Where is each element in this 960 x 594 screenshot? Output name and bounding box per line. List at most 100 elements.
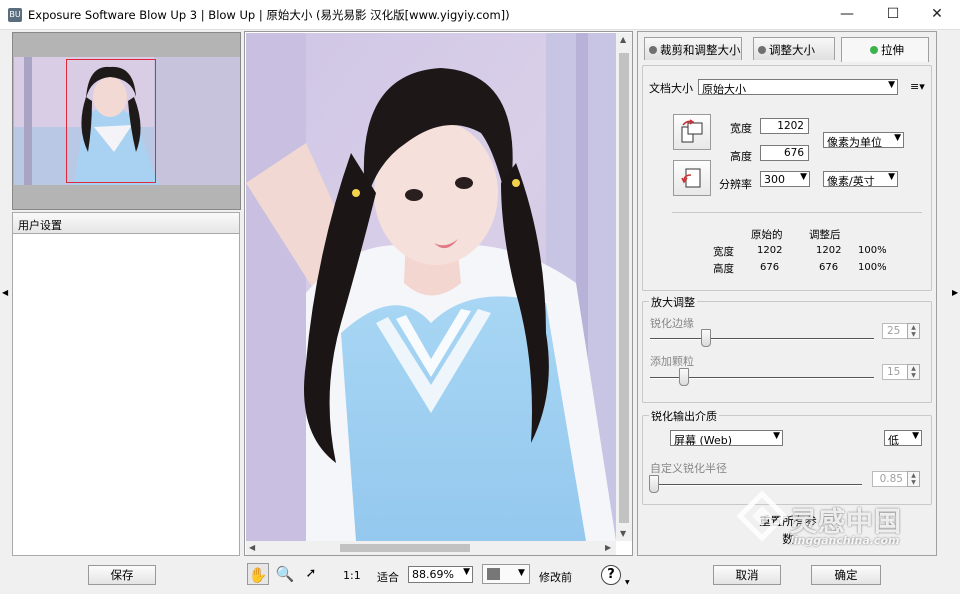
options-menu-icon[interactable]: ≡▾ — [910, 80, 925, 93]
chevron-down-icon: ▼ — [800, 172, 807, 182]
compare-original-value: 676 — [760, 262, 780, 273]
sharpen-edges-label: 锐化边缘 — [650, 317, 694, 330]
hand-tool-icon[interactable]: ✋ — [247, 563, 269, 585]
tab-label: 调整大小 — [769, 43, 815, 57]
doc-size-label: 文档大小 — [649, 82, 693, 95]
chevron-down-icon: ▼ — [888, 172, 895, 182]
arrow-tool-icon[interactable]: ➚ — [300, 563, 322, 585]
settings-panel: 裁剪和调整大小 调整大小 拉伸 文档大小 原始大小 ▼ ≡▾ 宽度 1202 高度… — [637, 31, 937, 556]
scroll-up-icon[interactable]: ▲ — [620, 35, 626, 44]
scroll-right-icon[interactable]: ▶ — [605, 543, 611, 552]
resolution-unit-value: 像素/英寸 — [827, 175, 875, 187]
preview-frame: ▲ ▼ ◀ ▶ — [244, 31, 633, 556]
add-grain-input[interactable]: 15 — [882, 364, 908, 380]
navigator-thumbnail[interactable] — [14, 57, 240, 185]
width-label: 宽度 — [730, 122, 752, 135]
chevron-down-icon: ▼ — [518, 568, 525, 578]
custom-radius-spinner[interactable]: ▲ ▼ — [907, 471, 920, 487]
help-icon[interactable]: ? — [601, 565, 621, 585]
custom-radius-label: 自定义锐化半径 — [650, 462, 727, 475]
watermark-logo — [736, 490, 788, 545]
user-settings-header[interactable]: 用户设置 — [12, 212, 240, 234]
height-input[interactable]: 676 — [760, 145, 809, 161]
fit-button[interactable]: 适合 — [377, 569, 399, 585]
tab-resize[interactable]: 调整大小 — [753, 37, 835, 60]
horizontal-scrollbar[interactable]: ◀ ▶ — [246, 541, 616, 555]
tab-dot-active-icon — [870, 46, 878, 54]
tab-stretch[interactable]: 拉伸 — [841, 37, 929, 62]
add-grain-slider-thumb[interactable] — [678, 368, 689, 386]
custom-radius-slider-thumb[interactable] — [649, 475, 660, 493]
tab-crop-resize[interactable]: 裁剪和调整大小 — [644, 37, 742, 60]
preview-image[interactable] — [246, 33, 616, 541]
resolution-select[interactable]: 300 ▼ — [760, 171, 810, 187]
custom-radius-track[interactable] — [650, 484, 862, 486]
collapse-left-arrow-icon[interactable]: ◀ — [2, 288, 8, 297]
save-button[interactable]: 保存 — [88, 565, 156, 585]
resolution-unit-select[interactable]: 像素/英寸 ▼ — [823, 171, 898, 187]
undo-icon — [681, 168, 701, 188]
compare-original-value: 1202 — [757, 245, 783, 256]
sharpen-edges-spinner[interactable]: ▲ ▼ — [907, 323, 920, 339]
horizontal-scroll-thumb[interactable] — [340, 544, 470, 552]
custom-radius-input[interactable]: 0.85 — [872, 471, 908, 487]
tab-label: 裁剪和调整大小 — [660, 43, 741, 57]
resolution-label: 分辨率 — [719, 178, 752, 191]
preview-mode-select[interactable]: ▼ — [482, 564, 530, 584]
help-menu-arrow-icon[interactable]: ▼ — [625, 579, 630, 586]
vertical-scroll-thumb[interactable] — [619, 53, 629, 523]
before-button[interactable]: 修改前 — [539, 569, 572, 585]
watermark-url: lingganchina.com — [790, 534, 900, 547]
tab-label: 拉伸 — [881, 43, 904, 57]
unit-select[interactable]: 像素为单位 ▼ — [823, 132, 904, 148]
portrait-photo — [246, 33, 616, 541]
compare-adjusted-value: 676 — [819, 262, 839, 273]
compare-row-label: 高度 — [713, 263, 734, 275]
vertical-scrollbar[interactable]: ▲ ▼ — [616, 33, 632, 541]
divider — [672, 212, 922, 213]
sharpen-edges-track[interactable] — [650, 338, 874, 340]
minimize-button[interactable]: — — [824, 0, 870, 30]
width-input[interactable]: 1202 — [760, 118, 809, 134]
rotate-icon — [681, 119, 703, 143]
user-settings-list[interactable] — [12, 234, 240, 556]
ok-button[interactable]: 确定 — [811, 565, 881, 585]
app-icon: BU — [8, 8, 22, 22]
maximize-button[interactable]: ☐ — [870, 0, 916, 30]
swap-orientation-button[interactable] — [673, 114, 711, 150]
title-bar: BU Exposure Software Blow Up 3 | Blow Up… — [0, 0, 960, 30]
scroll-left-icon[interactable]: ◀ — [249, 543, 255, 552]
scroll-down-icon[interactable]: ▼ — [620, 529, 626, 538]
col-original: 原始的 — [751, 229, 783, 241]
chevron-down-icon: ▼ — [773, 431, 780, 441]
reset-size-button[interactable] — [673, 160, 711, 196]
sharpen-amount-value: 低 — [888, 434, 899, 446]
cancel-button[interactable]: 取消 — [713, 565, 781, 585]
sharpen-amount-select[interactable]: 低 ▼ — [884, 430, 922, 446]
output-sharpen-group-label: 锐化输出介质 — [649, 408, 719, 424]
ratio-1-1-button[interactable]: 1:1 — [343, 569, 361, 582]
sharpen-edges-input[interactable]: 25 — [882, 323, 908, 339]
view-selection-rect[interactable] — [66, 59, 156, 183]
collapse-right-arrow-icon[interactable]: ▶ — [952, 288, 958, 297]
unit-value: 像素为单位 — [827, 136, 882, 148]
add-grain-label: 添加颗粒 — [650, 355, 694, 368]
zoom-tool-icon[interactable]: 🔍 — [274, 563, 296, 585]
resolution-value: 300 — [764, 173, 785, 186]
chevron-down-icon: ▼ — [463, 567, 470, 577]
height-label: 高度 — [730, 150, 752, 163]
chevron-down-icon: ▼ — [894, 133, 901, 143]
zoom-value: 88.69% — [412, 568, 454, 581]
add-grain-spinner[interactable]: ▲ ▼ — [907, 364, 920, 380]
doc-size-select[interactable]: 原始大小 ▼ — [698, 79, 898, 95]
sharpen-edges-slider-thumb[interactable] — [701, 329, 711, 347]
compare-percent: 100% — [858, 245, 887, 256]
chevron-down-icon: ▼ — [888, 80, 895, 90]
chevron-down-icon: ▼ — [912, 431, 919, 441]
close-button[interactable]: ✕ — [914, 0, 960, 30]
zoom-select[interactable]: 88.69% ▼ — [408, 566, 473, 583]
navigator-panel — [12, 32, 241, 210]
output-medium-select[interactable]: 屏幕 (Web) ▼ — [670, 430, 783, 446]
col-adjusted: 调整后 — [809, 229, 841, 241]
enlarge-group-label: 放大调整 — [649, 294, 697, 310]
